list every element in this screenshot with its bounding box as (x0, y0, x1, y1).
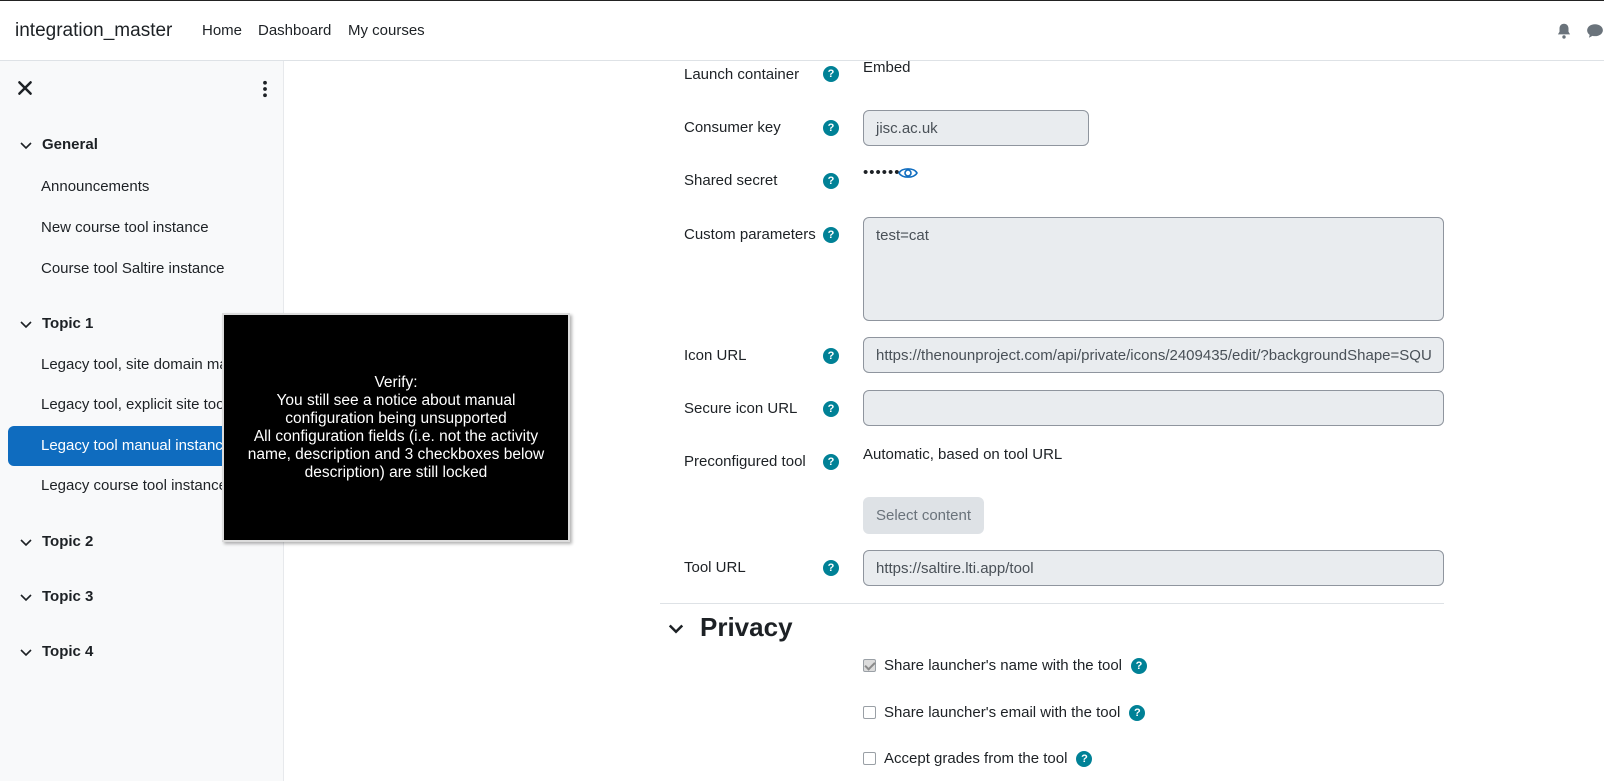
share-email-checkbox[interactable] (863, 706, 876, 719)
drawer-item-legacy-site-domain[interactable]: Legacy tool, site domain ma (41, 356, 228, 373)
share-name-checkbox[interactable] (863, 659, 876, 672)
section-title: General (42, 136, 98, 153)
overlay-line: All configuration fields (i.e. not the a… (253, 427, 539, 445)
launch-container-label: Launch container (684, 66, 800, 83)
preconfigured-tool-label: Preconfigured tool (684, 453, 806, 470)
share-email-option[interactable]: Share launcher's email with the tool ? (863, 704, 1146, 721)
help-icon[interactable]: ? (823, 560, 839, 576)
shared-secret-masked: •••••• (863, 164, 901, 181)
section-title: Topic 1 (42, 315, 94, 332)
custom-parameters-textarea[interactable]: test=cat (863, 217, 1444, 321)
tool-url-label: Tool URL (684, 559, 746, 576)
chat-icon[interactable] (1586, 22, 1604, 40)
chevron-down-icon (20, 141, 32, 149)
accept-grades-label: Accept grades from the tool (884, 750, 1068, 767)
overlay-line: name, description and 3 checkboxes below (247, 445, 545, 463)
preconfigured-tool-value: Automatic, based on tool URL (863, 446, 1063, 463)
drawer-item-announcements[interactable]: Announcements (41, 178, 149, 195)
overlay-line: description) are still locked (304, 463, 488, 481)
drawer-item-legacy-course-tool[interactable]: Legacy course tool instance (41, 477, 227, 494)
help-icon[interactable]: ? (823, 348, 839, 364)
privacy-section-toggle[interactable]: Privacy (666, 612, 793, 643)
privacy-heading: Privacy (700, 612, 793, 642)
overlay-line: You still see a notice about manual (276, 391, 516, 409)
overlay-line: configuration being unsupported (285, 409, 507, 427)
accept-grades-option[interactable]: Accept grades from the tool ? (863, 750, 1093, 767)
consumer-key-field[interactable]: jisc.ac.uk (863, 110, 1089, 146)
chevron-down-icon (668, 624, 684, 634)
icon-url-field[interactable]: https://thenounproject.com/api/private/i… (863, 337, 1444, 373)
nav-my-courses[interactable]: My courses (348, 22, 425, 39)
accept-grades-checkbox[interactable] (863, 752, 876, 765)
share-name-option[interactable]: Share launcher's name with the tool ? (863, 657, 1148, 674)
drawer-item-course-tool-saltire[interactable]: Course tool Saltire instance (41, 260, 224, 277)
help-icon[interactable]: ? (1131, 657, 1148, 674)
chevron-down-icon (20, 593, 32, 601)
eye-reveal-icon[interactable] (898, 165, 918, 181)
section-divider (660, 603, 1444, 604)
section-topic-2[interactable]: Topic 2 (18, 533, 93, 550)
close-icon[interactable] (16, 79, 34, 97)
section-topic-3[interactable]: Topic 3 (18, 588, 93, 605)
share-name-label: Share launcher's name with the tool (884, 657, 1123, 674)
drawer-item-new-course-tool[interactable]: New course tool instance (41, 219, 209, 236)
overlay-line: Verify: (374, 373, 418, 391)
secure-icon-url-field[interactable] (863, 390, 1444, 426)
section-title: Topic 3 (42, 588, 94, 605)
tool-url-field[interactable]: https://saltire.lti.app/tool (863, 550, 1444, 586)
section-general[interactable]: General (18, 136, 98, 153)
help-icon[interactable]: ? (823, 120, 839, 136)
chevron-down-icon (20, 648, 32, 656)
top-navbar: integration_master Home Dashboard My cou… (0, 0, 1604, 61)
help-icon[interactable]: ? (823, 66, 839, 82)
icon-url-label: Icon URL (684, 347, 747, 364)
nav-dashboard[interactable]: Dashboard (258, 22, 331, 39)
bell-icon[interactable] (1555, 22, 1573, 40)
help-icon[interactable]: ? (823, 227, 839, 243)
section-topic-4[interactable]: Topic 4 (18, 643, 93, 660)
site-brand[interactable]: integration_master (15, 20, 172, 42)
section-title: Topic 2 (42, 533, 94, 550)
consumer-key-label: Consumer key (684, 119, 781, 136)
select-content-button[interactable]: Select content (863, 497, 984, 534)
share-email-label: Share launcher's email with the tool (884, 704, 1121, 721)
chevron-down-icon (20, 320, 32, 328)
secure-icon-url-label: Secure icon URL (684, 400, 798, 417)
more-options-icon[interactable] (255, 79, 275, 99)
chevron-down-icon (20, 538, 32, 546)
help-icon[interactable]: ? (823, 454, 839, 470)
section-title: Topic 4 (42, 643, 94, 660)
nav-home[interactable]: Home (202, 22, 242, 39)
help-icon[interactable]: ? (823, 401, 839, 417)
help-icon[interactable]: ? (1129, 704, 1146, 721)
section-topic-1[interactable]: Topic 1 (18, 315, 93, 332)
verify-notice-overlay: Verify: You still see a notice about man… (222, 313, 570, 542)
shared-secret-label: Shared secret (684, 172, 778, 189)
custom-parameters-label: Custom parameters (684, 226, 816, 243)
drawer-item-legacy-explicit-site[interactable]: Legacy tool, explicit site too (41, 396, 224, 413)
help-icon[interactable]: ? (823, 173, 839, 189)
launch-container-value: Embed (863, 59, 911, 76)
help-icon[interactable]: ? (1076, 750, 1093, 767)
